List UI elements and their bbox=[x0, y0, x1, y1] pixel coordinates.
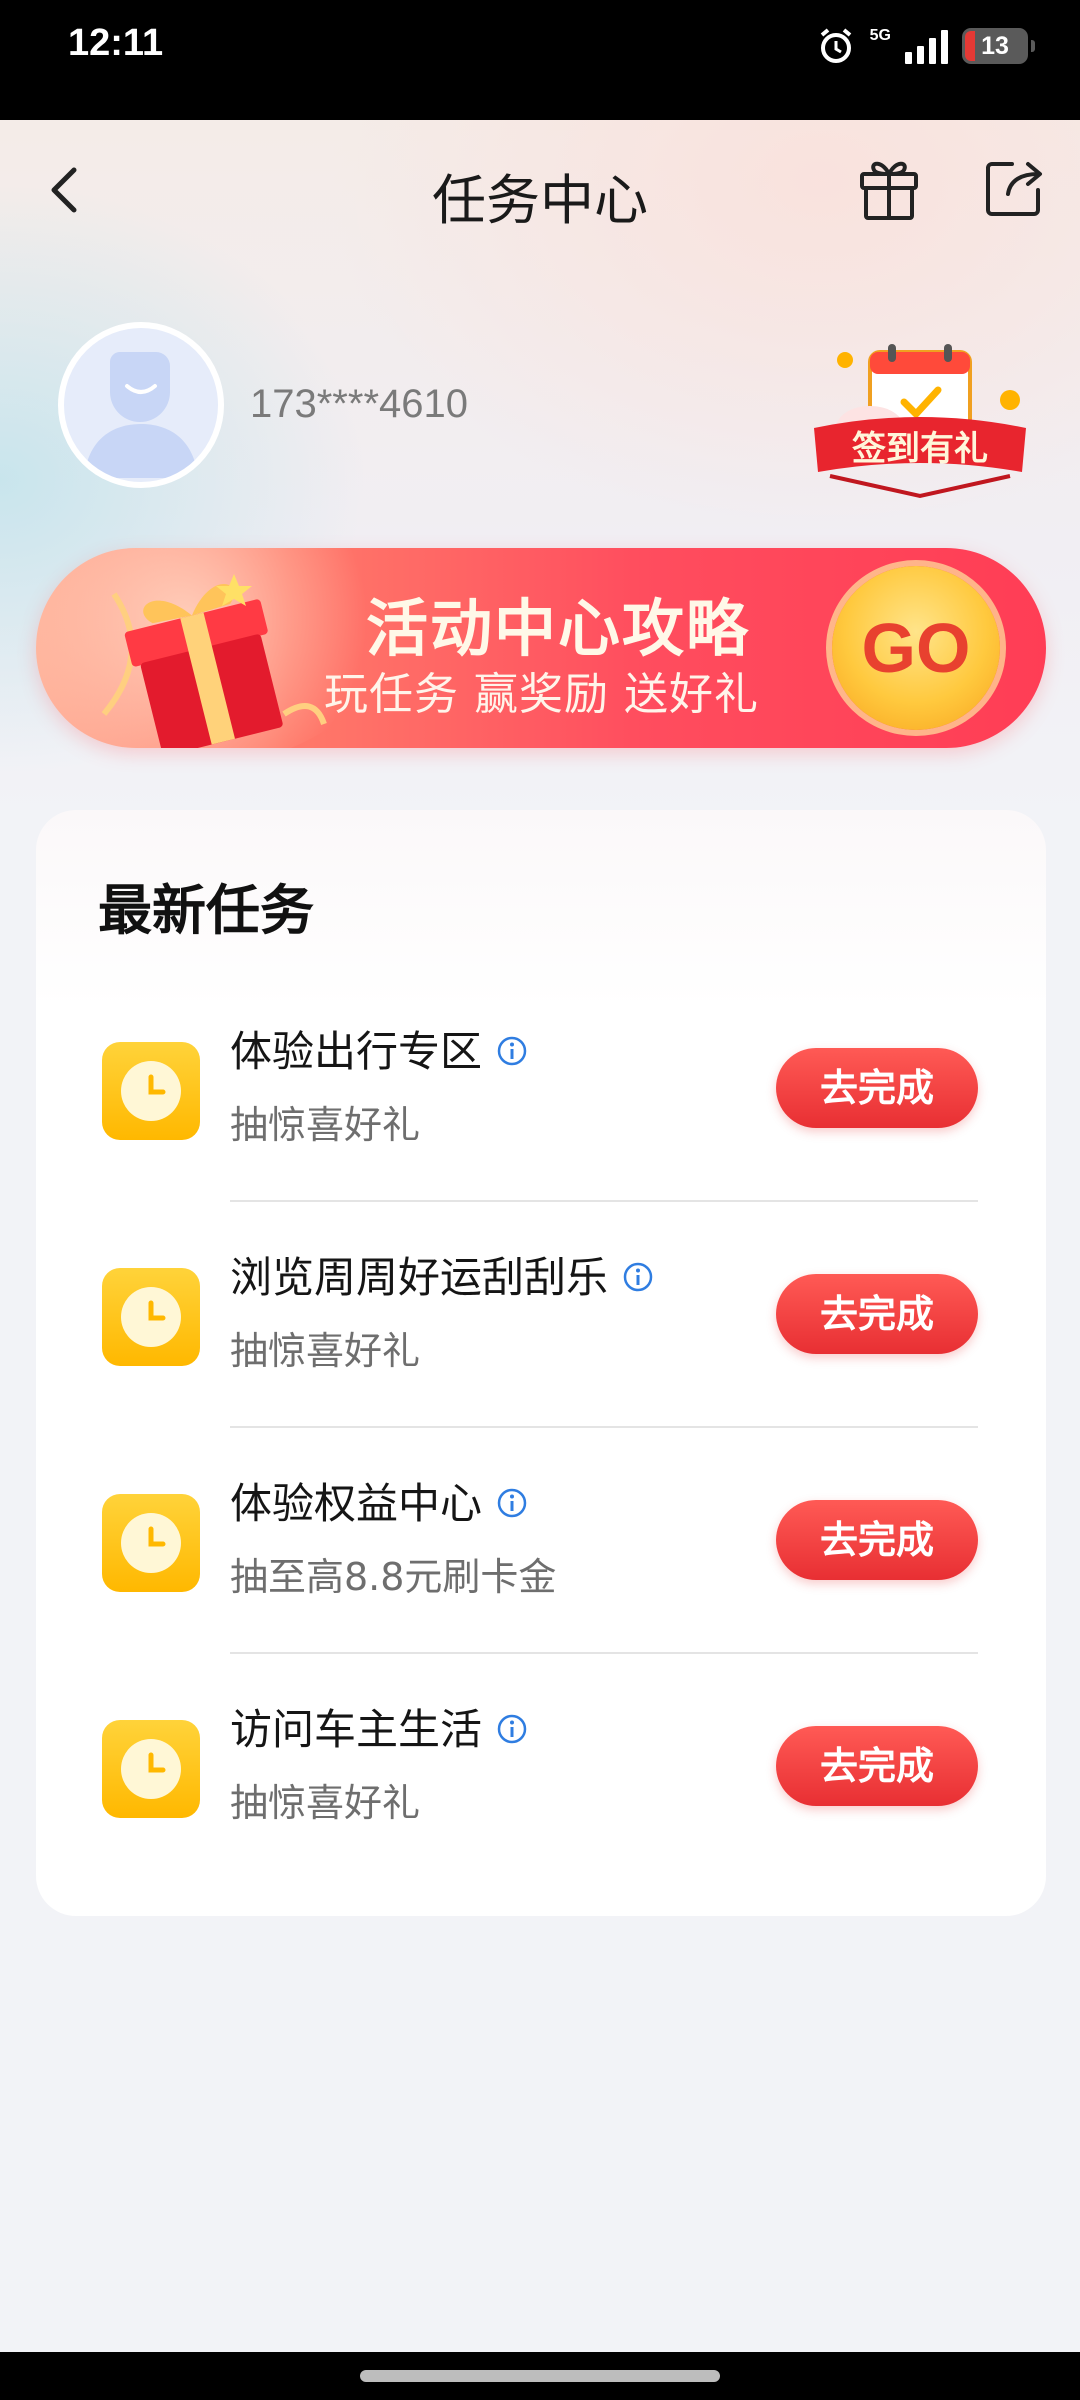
task-description: 抽至高8.8元刷卡金 bbox=[230, 1555, 557, 1599]
user-phone: 173****4610 bbox=[250, 382, 468, 426]
gift-box-illustration bbox=[101, 574, 327, 748]
clock-icon bbox=[102, 1494, 200, 1592]
task-name: 体验出行专区 bbox=[230, 1018, 528, 1079]
info-icon[interactable] bbox=[622, 1261, 654, 1293]
go-button[interactable]: GO bbox=[832, 566, 1000, 730]
tasks-card: 最新任务 体验出行专区 抽惊喜好礼 去完成 浏览周周好运刮刮乐 抽惊喜好礼 去完… bbox=[36, 810, 1046, 1916]
task-name: 体验权益中心 bbox=[230, 1470, 528, 1531]
clock-icon bbox=[102, 1268, 200, 1366]
task-row: 浏览周周好运刮刮乐 抽惊喜好礼 去完成 bbox=[36, 1202, 1046, 1428]
task-description: 抽惊喜好礼 bbox=[230, 1781, 421, 1825]
status-bar: 12:11 5G 13 bbox=[0, 0, 1080, 120]
signal-icon bbox=[905, 28, 948, 64]
checkin-badge[interactable]: 签到有礼 bbox=[800, 340, 1040, 500]
nav-bar: 任务中心 bbox=[0, 120, 1080, 260]
status-time: 12:11 bbox=[68, 22, 164, 64]
task-description: 抽惊喜好礼 bbox=[230, 1103, 421, 1147]
task-description: 抽惊喜好礼 bbox=[230, 1329, 421, 1373]
task-row: 访问车主生活 抽惊喜好礼 去完成 bbox=[36, 1654, 1046, 1880]
task-row: 体验出行专区 抽惊喜好礼 去完成 bbox=[36, 976, 1046, 1202]
avatar-icon bbox=[84, 352, 198, 478]
complete-task-button[interactable]: 去完成 bbox=[776, 1048, 978, 1128]
avatar[interactable] bbox=[58, 322, 224, 488]
banner-title: 活动中心攻略 bbox=[366, 592, 751, 665]
battery-icon: 13 bbox=[962, 28, 1035, 64]
complete-task-button[interactable]: 去完成 bbox=[776, 1500, 978, 1580]
home-indicator bbox=[0, 2352, 1080, 2400]
home-bar[interactable] bbox=[360, 2370, 720, 2382]
info-icon[interactable] bbox=[496, 1487, 528, 1519]
status-icons: 5G 13 bbox=[816, 24, 1035, 68]
clock-icon bbox=[102, 1042, 200, 1140]
activity-banner[interactable]: 活动中心攻略 玩任务 赢奖励 送好礼 GO bbox=[36, 548, 1046, 748]
battery-level: 13 bbox=[981, 31, 1009, 60]
complete-task-button[interactable]: 去完成 bbox=[776, 1274, 978, 1354]
info-icon[interactable] bbox=[496, 1035, 528, 1067]
task-name: 浏览周周好运刮刮乐 bbox=[230, 1244, 654, 1305]
share-icon[interactable] bbox=[982, 154, 1048, 220]
complete-task-button[interactable]: 去完成 bbox=[776, 1726, 978, 1806]
tasks-section-title: 最新任务 bbox=[98, 879, 314, 942]
alarm-icon bbox=[820, 28, 851, 63]
gift-icon[interactable] bbox=[856, 152, 922, 222]
task-name: 访问车主生活 bbox=[230, 1696, 528, 1757]
task-row: 体验权益中心 抽至高8.8元刷卡金 去完成 bbox=[36, 1428, 1046, 1654]
info-icon[interactable] bbox=[496, 1713, 528, 1745]
clock-icon bbox=[102, 1720, 200, 1818]
checkin-badge-label: 签到有礼 bbox=[852, 429, 988, 469]
network-type: 5G bbox=[869, 27, 891, 44]
banner-subtitle: 玩任务 赢奖励 送好礼 bbox=[324, 669, 759, 720]
